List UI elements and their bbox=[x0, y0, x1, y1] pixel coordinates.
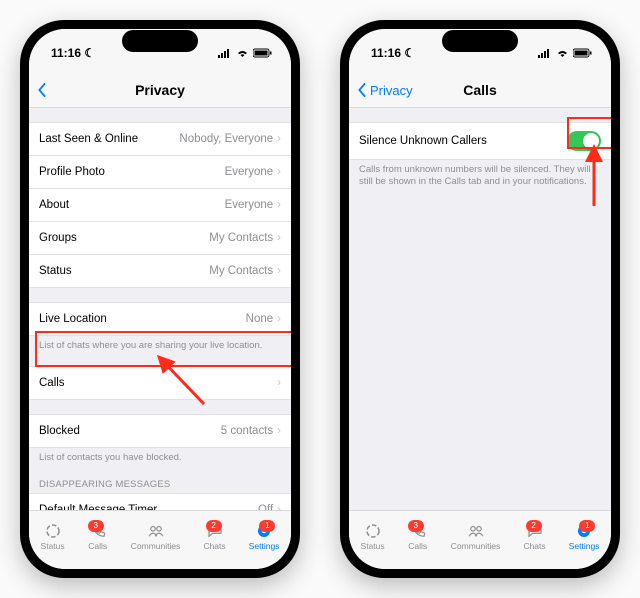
calls-badge: 3 bbox=[408, 520, 424, 532]
battery-icon bbox=[253, 48, 273, 58]
settings-badge: 1 bbox=[579, 520, 595, 532]
tab-communities[interactable]: Communities bbox=[131, 522, 181, 551]
tab-chats[interactable]: 2Chats bbox=[203, 522, 225, 551]
page-title: Privacy bbox=[135, 82, 185, 98]
silence-note: Calls from unknown numbers will be silen… bbox=[349, 160, 611, 189]
tab-communities[interactable]: Communities bbox=[451, 522, 501, 551]
notch bbox=[442, 30, 518, 52]
wifi-icon bbox=[236, 48, 249, 58]
tab-calls[interactable]: 3Calls bbox=[408, 522, 428, 551]
chevron-right-icon: › bbox=[277, 425, 281, 437]
tab-bar: Status 3Calls Communities 2Chats 1Settin… bbox=[349, 510, 611, 569]
communities-icon bbox=[146, 522, 166, 540]
settings-list[interactable]: Last Seen & OnlineNobody, Everyone› Prof… bbox=[29, 108, 291, 510]
tab-settings[interactable]: 1Settings bbox=[249, 522, 280, 551]
signal-icon bbox=[218, 48, 232, 58]
calls-settings[interactable]: Silence Unknown Callers Calls from unkno… bbox=[349, 108, 611, 510]
screen-privacy: 11:16 ☾ Privacy Last Seen & OnlineNobody… bbox=[29, 29, 291, 569]
chevron-right-icon: › bbox=[277, 377, 281, 389]
row-default-timer[interactable]: Default Message TimerOff› bbox=[29, 493, 291, 510]
navbar: Privacy bbox=[29, 73, 291, 108]
status-icons bbox=[218, 48, 273, 58]
status-time: 11:16 ☾ bbox=[371, 46, 415, 60]
communities-icon bbox=[466, 522, 486, 540]
row-silence-unknown[interactable]: Silence Unknown Callers bbox=[349, 122, 611, 160]
row-about[interactable]: AboutEveryone› bbox=[29, 189, 291, 222]
back-button[interactable]: Privacy bbox=[355, 83, 413, 98]
blocked-note: List of contacts you have blocked. bbox=[29, 448, 291, 464]
screen-calls: 11:16 ☾ Privacy Calls Silence Unknown Ca… bbox=[349, 29, 611, 569]
tab-bar: Status 3Calls Communities 2Chats 1Settin… bbox=[29, 510, 291, 569]
row-calls[interactable]: Calls› bbox=[29, 366, 291, 400]
chevron-right-icon: › bbox=[277, 133, 281, 145]
row-status[interactable]: StatusMy Contacts› bbox=[29, 255, 291, 288]
live-location-note: List of chats where you are sharing your… bbox=[29, 336, 291, 352]
navbar: Privacy Calls bbox=[349, 73, 611, 108]
page-title: Calls bbox=[463, 82, 496, 98]
back-button[interactable] bbox=[35, 83, 49, 97]
silence-unknown-toggle[interactable] bbox=[567, 131, 601, 151]
settings-badge: 1 bbox=[259, 520, 275, 532]
back-label: Privacy bbox=[370, 83, 413, 98]
row-blocked[interactable]: Blocked5 contacts› bbox=[29, 414, 291, 448]
tab-calls[interactable]: 3Calls bbox=[88, 522, 108, 551]
chats-badge: 2 bbox=[526, 520, 542, 532]
wifi-icon bbox=[556, 48, 569, 58]
row-groups[interactable]: GroupsMy Contacts› bbox=[29, 222, 291, 255]
tab-settings[interactable]: 1Settings bbox=[569, 522, 600, 551]
disappearing-header: DISAPPEARING MESSAGES bbox=[29, 479, 291, 493]
tab-status[interactable]: Status bbox=[361, 522, 385, 551]
tab-chats[interactable]: 2Chats bbox=[523, 522, 545, 551]
row-profile-photo[interactable]: Profile PhotoEveryone› bbox=[29, 156, 291, 189]
row-live-location[interactable]: Live LocationNone› bbox=[29, 302, 291, 336]
signal-icon bbox=[538, 48, 552, 58]
chevron-right-icon: › bbox=[277, 199, 281, 211]
row-last-seen[interactable]: Last Seen & OnlineNobody, Everyone› bbox=[29, 122, 291, 156]
status-icon bbox=[363, 522, 383, 540]
chevron-left-icon bbox=[355, 83, 369, 97]
notch bbox=[122, 30, 198, 52]
chevron-right-icon: › bbox=[277, 313, 281, 325]
calls-badge: 3 bbox=[88, 520, 104, 532]
chevron-left-icon bbox=[35, 83, 49, 97]
tab-status[interactable]: Status bbox=[41, 522, 65, 551]
chevron-right-icon: › bbox=[277, 265, 281, 277]
status-icons bbox=[538, 48, 593, 58]
status-time: 11:16 ☾ bbox=[51, 46, 95, 60]
chevron-right-icon: › bbox=[277, 166, 281, 178]
chats-badge: 2 bbox=[206, 520, 222, 532]
status-icon bbox=[43, 522, 63, 540]
phone-left: 11:16 ☾ Privacy Last Seen & OnlineNobody… bbox=[20, 20, 300, 578]
phone-right: 11:16 ☾ Privacy Calls Silence Unknown Ca… bbox=[340, 20, 620, 578]
chevron-right-icon: › bbox=[277, 232, 281, 244]
battery-icon bbox=[573, 48, 593, 58]
